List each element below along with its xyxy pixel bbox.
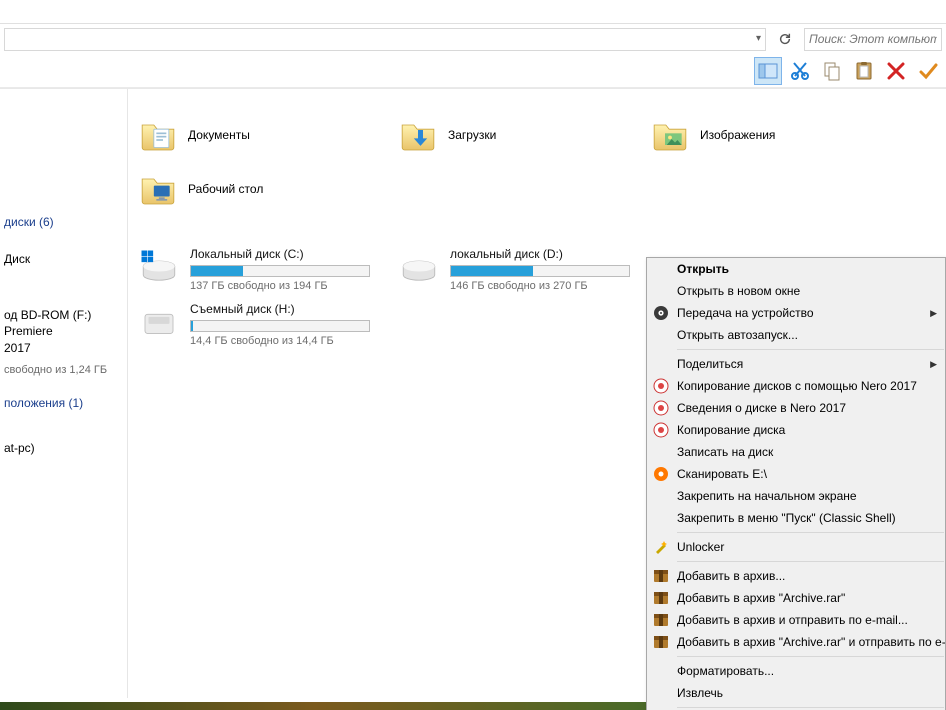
drive-usage-bar	[450, 265, 630, 277]
drive-free: 137 ГБ свободно из 194 ГБ	[190, 280, 370, 292]
drive-usage-bar	[190, 320, 370, 332]
sidebar-bdrom-label2: 2017	[4, 340, 127, 356]
ctx-pin-classic-shell[interactable]: Закрепить в меню "Пуск" (Classic Shell)	[647, 507, 945, 529]
cast-icon	[653, 305, 669, 321]
drive-c[interactable]: Локальный диск (C:) 137 ГБ свободно из 1…	[138, 247, 378, 292]
wand-icon	[653, 539, 669, 555]
removable-drive-icon	[138, 302, 180, 344]
sidebar-locations-header[interactable]: положения (1)	[4, 396, 127, 410]
library-label: Изображения	[700, 128, 775, 142]
rar-icon	[653, 568, 669, 584]
ctx-burn-disc[interactable]: Записать на диск	[647, 441, 945, 463]
ctx-open-new-window[interactable]: Открыть в новом окне	[647, 280, 945, 302]
rar-icon	[653, 612, 669, 628]
ctx-separator	[677, 532, 944, 533]
ctx-label: Добавить в архив и отправить по e-mail..…	[677, 613, 908, 627]
drive-d[interactable]: локальный диск (D:) 146 ГБ свободно из 2…	[398, 247, 638, 292]
library-label: Загрузки	[448, 128, 496, 142]
ctx-separator	[677, 349, 944, 350]
ctx-label: Добавить в архив...	[677, 569, 785, 583]
ctx-separator	[677, 561, 944, 562]
cut-button[interactable]	[786, 57, 814, 85]
ctx-label: Копирование дисков с помощью Nero 2017	[677, 379, 917, 393]
avast-icon	[653, 466, 669, 482]
sidebar-drives-header[interactable]: диски (6)	[4, 215, 127, 229]
library-label: Документы	[188, 128, 250, 142]
refresh-button[interactable]	[774, 28, 796, 50]
ctx-add-archive-mail[interactable]: Добавить в архив и отправить по e-mail..…	[647, 609, 945, 631]
paste-button[interactable]	[850, 57, 878, 85]
drive-label: локальный диск (D:)	[450, 247, 630, 261]
ctx-format[interactable]: Форматировать...	[647, 660, 945, 682]
ctx-add-archive-named[interactable]: Добавить в архив "Archive.rar"	[647, 587, 945, 609]
ctx-label: Сведения о диске в Nero 2017	[677, 401, 846, 415]
drive-label: Локальный диск (C:)	[190, 247, 370, 261]
preview-pane-button[interactable]	[754, 57, 782, 85]
ctx-nero-copy-discs[interactable]: Копирование дисков с помощью Nero 2017	[647, 375, 945, 397]
pictures-icon	[650, 115, 690, 155]
ctx-label: Поделиться	[677, 357, 743, 371]
ctx-add-archive[interactable]: Добавить в архив...	[647, 565, 945, 587]
ctx-share[interactable]: Поделиться ▶	[647, 353, 945, 375]
delete-button[interactable]	[882, 57, 910, 85]
ctx-disk-copy[interactable]: Копирование диска	[647, 419, 945, 441]
menu-bar	[0, 0, 946, 24]
ctx-scan[interactable]: Сканировать E:\	[647, 463, 945, 485]
ctx-pin-start[interactable]: Закрепить на начальном экране	[647, 485, 945, 507]
ctx-open-autoplay[interactable]: Открыть автозапуск...	[647, 324, 945, 346]
ctx-separator	[677, 656, 944, 657]
address-dropdown-icon[interactable]: ▾	[756, 33, 761, 44]
rar-icon	[653, 634, 669, 650]
ctx-open[interactable]: Открыть	[647, 258, 945, 280]
sidebar-item-disk[interactable]: Диск	[4, 251, 127, 267]
sidebar-bdrom-label1: од BD-ROM (F:) Premiere	[4, 307, 127, 339]
tree-sidebar: диски (6) Диск од BD-ROM (F:) Premiere 2…	[0, 89, 128, 698]
search-box[interactable]	[804, 28, 942, 51]
ctx-separator	[677, 707, 944, 708]
sidebar-bdrom-free: свободно из 1,24 ГБ	[4, 364, 127, 376]
drive-label: Съемный диск (H:)	[190, 302, 370, 316]
submenu-arrow-icon: ▶	[924, 308, 937, 319]
sidebar-item-pc[interactable]: at-pc)	[4, 440, 127, 456]
drive-icon	[138, 247, 180, 289]
address-bar[interactable]: ▾	[4, 28, 766, 51]
ctx-label: Сканировать E:\	[677, 467, 767, 481]
drive-free: 14,4 ГБ свободно из 14,4 ГБ	[190, 335, 370, 347]
drive-usage-bar	[190, 265, 370, 277]
search-input[interactable]	[809, 32, 937, 46]
submenu-arrow-icon: ▶	[924, 359, 937, 370]
library-documents[interactable]: Документы	[138, 111, 378, 159]
drive-free: 146 ГБ свободно из 270 ГБ	[450, 280, 630, 292]
ctx-cast-to-device[interactable]: Передача на устройство ▶	[647, 302, 945, 324]
toolbar	[0, 54, 946, 88]
ctx-label: Передача на устройство	[677, 306, 814, 320]
drive-icon	[398, 247, 440, 289]
documents-icon	[138, 115, 178, 155]
ctx-add-archive-named-mail[interactable]: Добавить в архив "Archive.rar" и отправи…	[647, 631, 945, 653]
drive-h[interactable]: Съемный диск (H:) 14,4 ГБ свободно из 14…	[138, 302, 378, 347]
ctx-label: Добавить в архив "Archive.rar" и отправи…	[677, 635, 945, 649]
sidebar-item-bdrom[interactable]: од BD-ROM (F:) Premiere 2017	[4, 307, 127, 356]
library-desktop[interactable]: Рабочий стол	[138, 165, 378, 213]
nero-icon	[653, 422, 669, 438]
library-pictures[interactable]: Изображения	[650, 111, 890, 159]
downloads-icon	[398, 115, 438, 155]
library-downloads[interactable]: Загрузки	[398, 111, 630, 159]
library-label: Рабочий стол	[188, 182, 263, 196]
ctx-label: Добавить в архив "Archive.rar"	[677, 591, 845, 605]
ctx-unlocker[interactable]: Unlocker	[647, 536, 945, 558]
nero-icon	[653, 400, 669, 416]
ctx-eject[interactable]: Извлечь	[647, 682, 945, 704]
nero-icon	[653, 378, 669, 394]
copy-button[interactable]	[818, 57, 846, 85]
context-menu: Открыть Открыть в новом окне Передача на…	[646, 257, 946, 710]
ctx-label: Копирование диска	[677, 423, 785, 437]
desktop-icon	[138, 169, 178, 209]
address-bar-row: ▾	[0, 24, 946, 54]
ctx-label: Unlocker	[677, 540, 724, 554]
apply-button[interactable]	[914, 57, 942, 85]
rar-icon	[653, 590, 669, 606]
ctx-nero-disk-info[interactable]: Сведения о диске в Nero 2017	[647, 397, 945, 419]
